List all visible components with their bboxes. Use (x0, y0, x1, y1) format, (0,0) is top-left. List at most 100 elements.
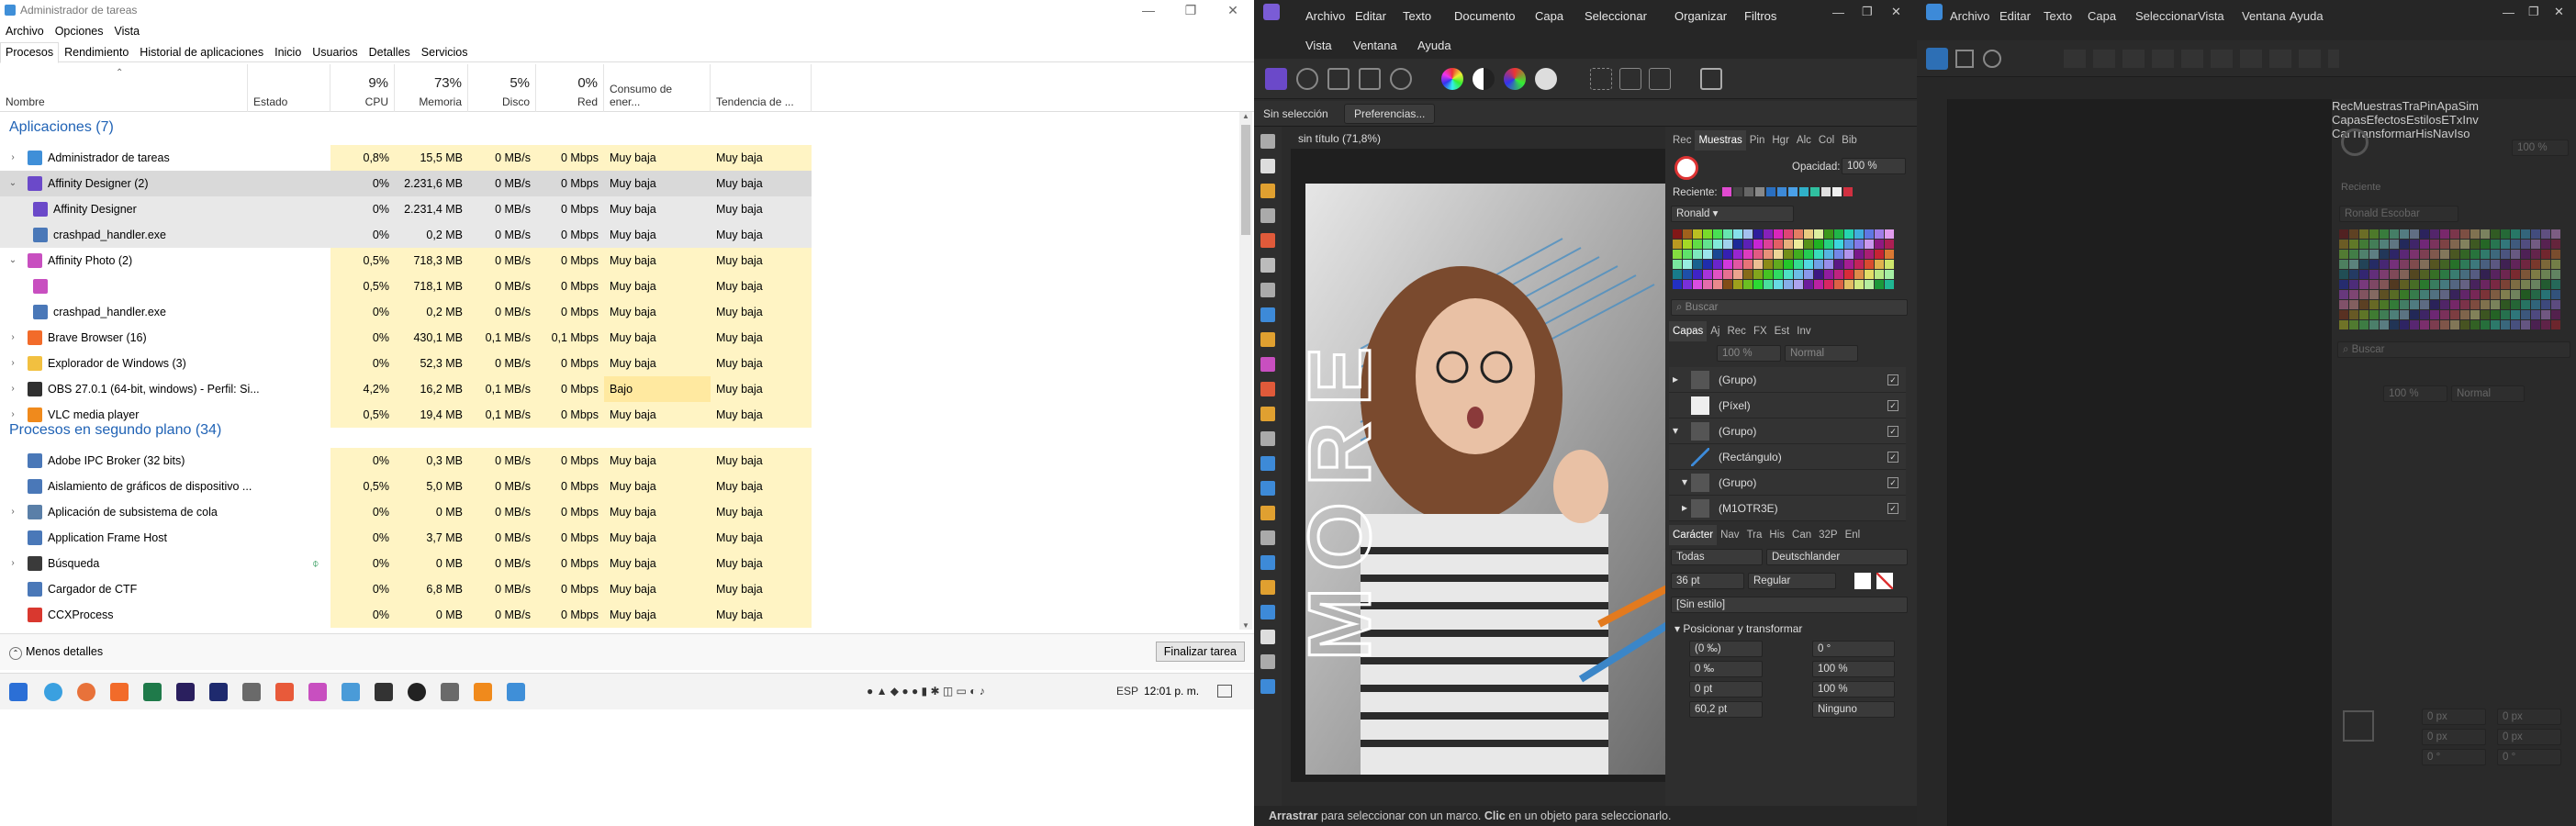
swatch[interactable] (2369, 300, 2379, 309)
swatch[interactable] (2511, 300, 2520, 309)
swatch[interactable] (2440, 290, 2449, 299)
swatch[interactable] (2420, 260, 2429, 269)
notification-icon[interactable] (1217, 685, 1232, 698)
swatch[interactable] (1753, 260, 1763, 269)
swatch[interactable] (2390, 229, 2399, 239)
close-button[interactable]: ✕ (1212, 0, 1254, 22)
swatch[interactable] (1794, 240, 1803, 249)
document-tab[interactable]: sin título (71,8%)✕ (1291, 128, 1695, 149)
swatch[interactable] (2460, 290, 2470, 299)
clear-icon[interactable] (1619, 68, 1641, 90)
photo-opacity-field[interactable]: 100 % (2512, 140, 2569, 156)
swatch[interactable] (2400, 270, 2409, 279)
swatch[interactable] (1865, 240, 1874, 249)
transform-field[interactable]: 100 % (1812, 681, 1895, 698)
recent-swatch[interactable] (1810, 187, 1820, 196)
swatch[interactable] (2470, 240, 2480, 249)
swatch[interactable] (2531, 229, 2540, 239)
swatch[interactable] (2349, 229, 2358, 239)
swatch[interactable] (2420, 310, 2429, 319)
swatch[interactable] (2501, 229, 2510, 239)
swatch[interactable] (1844, 250, 1854, 259)
swatch[interactable] (2541, 229, 2550, 239)
menu-opciones[interactable]: Opciones (55, 22, 104, 40)
swatch[interactable] (2460, 300, 2470, 309)
swatch[interactable] (2410, 229, 2419, 239)
tool-icon[interactable] (1260, 407, 1275, 421)
layer-row[interactable]: (Píxel) ✓ (1669, 393, 1906, 419)
swatch[interactable] (2511, 320, 2520, 329)
recent-swatch[interactable] (1755, 187, 1764, 196)
panel-tab[interactable]: Pin (1746, 130, 1769, 151)
swatch[interactable] (2359, 240, 2369, 249)
expand-chevron-icon[interactable]: › (7, 358, 18, 369)
color-mix-icon[interactable] (1504, 68, 1526, 90)
swatch[interactable] (1753, 250, 1763, 259)
swatch[interactable] (2531, 260, 2540, 269)
panel-tab[interactable]: Est (1771, 321, 1794, 341)
tool-icon[interactable] (1260, 431, 1275, 446)
swatch[interactable] (1814, 270, 1823, 279)
swatch[interactable] (1693, 280, 1702, 289)
swatch[interactable] (2349, 300, 2358, 309)
swatch[interactable] (2390, 280, 2399, 289)
menu-item[interactable]: Documento (1454, 9, 1515, 23)
swatch[interactable] (1713, 229, 1722, 239)
swatch[interactable] (1673, 229, 1682, 239)
swatch[interactable] (2359, 250, 2369, 259)
swatch[interactable] (2420, 250, 2429, 259)
swatch[interactable] (2521, 320, 2530, 329)
swatch[interactable] (2501, 310, 2510, 319)
swatch[interactable] (2450, 250, 2459, 259)
swatch[interactable] (2521, 300, 2530, 309)
swatch[interactable] (1683, 240, 1692, 249)
swatch[interactable] (2440, 310, 2449, 319)
table-row[interactable]: › Búsqueda ⌽ 0% 0 MB 0 MB/s 0 Mbps Muy baja Muy … (0, 551, 1245, 576)
swatch[interactable] (1703, 280, 1712, 289)
fill-icon[interactable] (1535, 68, 1557, 90)
opacity-field[interactable]: 100 % (1842, 158, 1906, 174)
swatch-search[interactable]: ⌕ Buscar (1671, 299, 1908, 316)
table-row[interactable]: Adobe IPC Broker (32 bits) 0% 0,3 MB 0 MB/s… (0, 448, 1245, 474)
swatch[interactable] (2551, 270, 2560, 279)
transform-field[interactable]: 0 ° (1812, 641, 1895, 657)
swatch[interactable] (2359, 260, 2369, 269)
panel-tab[interactable]: Col (1815, 130, 1838, 151)
menu-item[interactable]: Texto (2044, 9, 2072, 23)
swatch[interactable] (1804, 280, 1813, 289)
table-row[interactable]: › Brave Browser (16) 0% 430,1 MB 0,1 MB/s 0,1… (0, 325, 1245, 351)
photo-transform-field[interactable]: 0 ° (2422, 749, 2486, 765)
column-disk[interactable]: 5% Disco (468, 64, 536, 112)
recent-swatch[interactable] (1799, 187, 1809, 196)
transform-field[interactable]: 60,2 pt (1689, 701, 1763, 718)
panel-tab[interactable]: Capas (2332, 113, 2367, 127)
panel-tab[interactable]: Inv (1793, 321, 1814, 341)
recent-swatch[interactable] (1788, 187, 1798, 196)
swatch[interactable] (1794, 250, 1803, 259)
panel-tab[interactable]: Nav (1717, 525, 1742, 545)
swatch[interactable] (1814, 240, 1823, 249)
swatch[interactable] (1764, 250, 1773, 259)
swatch[interactable] (2450, 240, 2459, 249)
swatch[interactable] (2410, 270, 2419, 279)
layer-expand-icon[interactable]: ▸ (1682, 501, 1687, 514)
swatch-grid[interactable] (1673, 229, 1894, 289)
menu-item[interactable]: Editar (1999, 9, 2031, 23)
table-row[interactable]: 0,5% 718,1 MB 0 MB/s 0 Mbps Muy baja Muy baja (0, 273, 1245, 299)
layer-expand-icon[interactable]: ▾ (1673, 424, 1678, 437)
panel-tab[interactable]: Efectos (2367, 113, 2406, 127)
palette-select[interactable]: Ronald ▾ (1671, 206, 1794, 222)
swatch[interactable] (2349, 250, 2358, 259)
recent-swatch[interactable] (1766, 187, 1775, 196)
swatch[interactable] (2380, 300, 2389, 309)
swatch[interactable] (2369, 310, 2379, 319)
swatch[interactable] (2440, 280, 2449, 289)
swatch[interactable] (1784, 260, 1793, 269)
swatch[interactable] (2410, 250, 2419, 259)
swatch[interactable] (2541, 280, 2550, 289)
swatch[interactable] (2470, 300, 2480, 309)
swatch[interactable] (1865, 280, 1874, 289)
swatch[interactable] (2511, 290, 2520, 299)
menu-item[interactable]: Ventana (1353, 39, 1397, 52)
swatch[interactable] (2369, 270, 2379, 279)
